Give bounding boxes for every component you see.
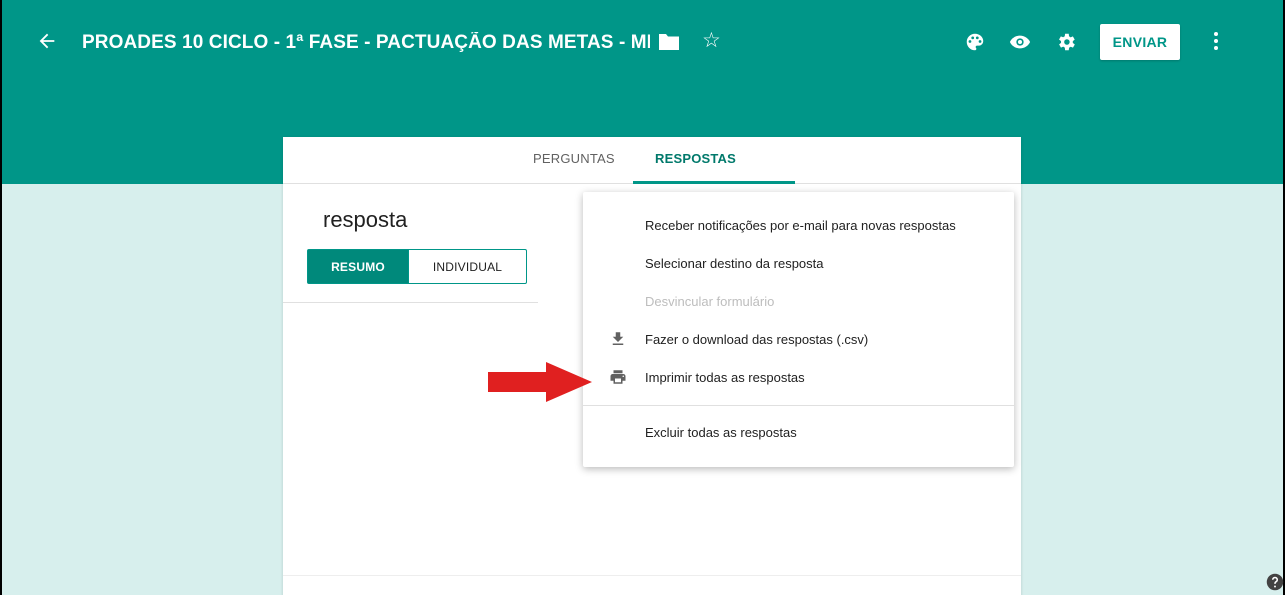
send-button[interactable]: ENVIAR bbox=[1100, 24, 1180, 60]
star-icon[interactable]: ☆ bbox=[702, 28, 721, 53]
settings-icon[interactable] bbox=[1055, 31, 1077, 58]
menu-item-label: Receber notificações por e-mail para nov… bbox=[645, 218, 956, 233]
active-tab-indicator bbox=[633, 181, 795, 184]
responses-heading: resposta bbox=[323, 207, 408, 232]
card-divider bbox=[283, 575, 1021, 576]
menu-divider bbox=[583, 405, 1014, 406]
menu-item-unlink-form: Desvincular formulário bbox=[583, 285, 1014, 319]
menu-item-print-all[interactable]: Imprimir todas as respostas bbox=[583, 361, 1014, 395]
responses-options-menu: Receber notificações por e-mail para nov… bbox=[583, 192, 1014, 467]
menu-item-delete-all[interactable]: Excluir todas as respostas bbox=[583, 416, 1014, 450]
download-icon bbox=[609, 330, 627, 353]
section-divider bbox=[283, 302, 538, 303]
menu-item-email-notifications[interactable]: Receber notificações por e-mail para nov… bbox=[583, 209, 1014, 243]
tab-perguntas[interactable]: PERGUNTAS bbox=[533, 151, 615, 166]
more-vert-icon[interactable] bbox=[1210, 30, 1222, 57]
individual-toggle[interactable]: INDIVIDUAL bbox=[408, 250, 526, 283]
menu-item-label: Fazer o download das respostas (.csv) bbox=[645, 332, 869, 347]
back-arrow-icon[interactable] bbox=[36, 30, 60, 54]
menu-item-label: Excluir todas as respostas bbox=[645, 425, 797, 440]
help-icon[interactable] bbox=[1266, 573, 1284, 595]
tab-bar: PERGUNTAS RESPOSTAS bbox=[283, 137, 1021, 184]
palette-icon[interactable] bbox=[964, 31, 986, 58]
print-icon bbox=[609, 368, 627, 391]
eye-icon[interactable] bbox=[1008, 31, 1032, 58]
tab-respostas[interactable]: RESPOSTAS bbox=[655, 151, 736, 166]
form-title[interactable]: PROADES 10 CICLO - 1ª FASE - PACTUAÇÃO D… bbox=[82, 32, 650, 54]
resumo-toggle[interactable]: RESUMO bbox=[308, 250, 408, 283]
menu-item-select-destination[interactable]: Selecionar destino da resposta bbox=[583, 247, 1014, 281]
annotation-arrow-icon bbox=[488, 362, 592, 407]
menu-item-download-csv[interactable]: Fazer o download das respostas (.csv) bbox=[583, 323, 1014, 357]
menu-item-label: Desvincular formulário bbox=[645, 294, 775, 309]
menu-item-label: Selecionar destino da resposta bbox=[645, 256, 824, 271]
menu-item-label: Imprimir todas as respostas bbox=[645, 370, 805, 385]
view-toggle: RESUMO INDIVIDUAL bbox=[307, 249, 527, 284]
folder-icon[interactable] bbox=[658, 33, 680, 56]
